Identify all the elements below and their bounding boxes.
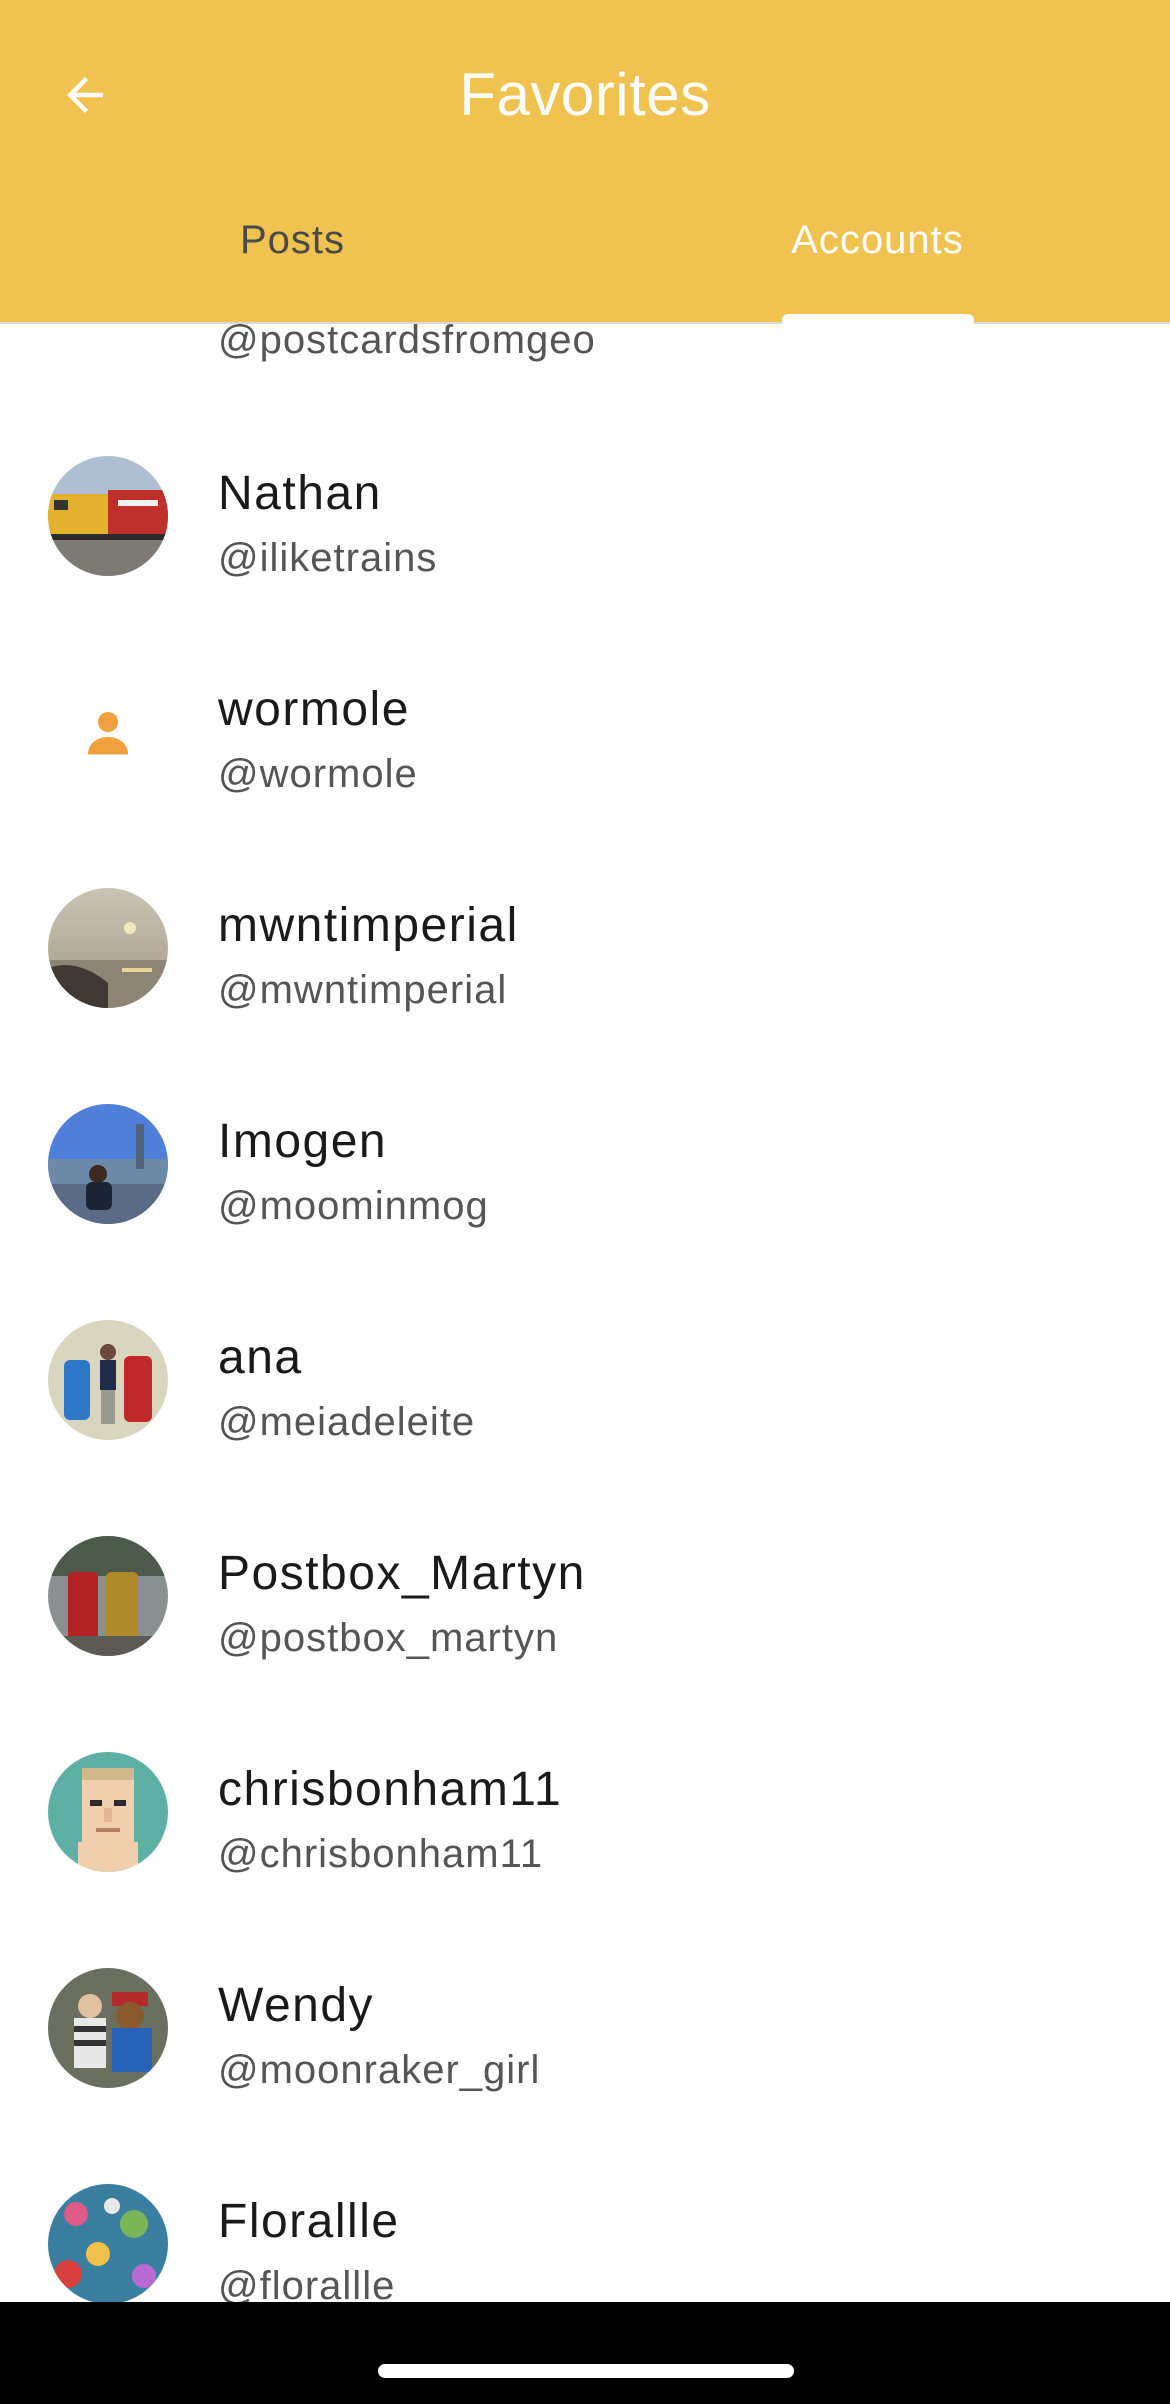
pixel-face-avatar-icon [48, 1752, 168, 1872]
avatar [48, 456, 168, 576]
tab-accounts[interactable]: Accounts [585, 218, 1170, 263]
home-bar-area [0, 2302, 1170, 2404]
favorites-screen: @postcardsfromgeo Nathan @iliketrains wo… [0, 0, 1170, 2404]
list-item[interactable]: mwntimperial @mwntimperial [0, 836, 1170, 1052]
account-name: Wendy [218, 1979, 375, 2032]
account-name: Nathan [218, 467, 382, 520]
account-handle: @meiadeleite [218, 1400, 476, 1444]
account-name: Florallle [218, 2195, 400, 2248]
account-handle: @postbox_martyn [218, 1616, 559, 1660]
account-name: wormole [218, 683, 410, 736]
knitted-flowers-photo-icon [48, 2184, 168, 2302]
list-item[interactable]: chrisbonham11 @chrisbonham11 [0, 1700, 1170, 1916]
person-icon [88, 712, 128, 755]
red-gold-postboxes-photo-icon [48, 1536, 168, 1656]
list-item[interactable]: wormole @wormole [0, 620, 1170, 836]
avatar [48, 1968, 168, 2088]
active-tab-indicator [782, 314, 974, 324]
account-handle: @chrisbonham11 [218, 1832, 544, 1876]
city-bridge-photo-icon [48, 1104, 168, 1224]
avatar [48, 1536, 168, 1656]
train-photo-icon [48, 456, 168, 576]
tab-posts[interactable]: Posts [0, 218, 585, 263]
list-item[interactable]: Nathan @iliketrains [0, 404, 1170, 620]
list-item[interactable]: Postbox_Martyn @postbox_martyn [0, 1484, 1170, 1700]
account-name: Postbox_Martyn [218, 1547, 586, 1600]
avatar [48, 1104, 168, 1224]
account-handle: @mwntimperial [218, 968, 508, 1012]
accounts-list[interactable]: @postcardsfromgeo Nathan @iliketrains wo… [0, 0, 1170, 2302]
list-item[interactable]: Wendy @moonraker_girl [0, 1916, 1170, 2132]
account-handle: @postcardsfromgeo [218, 318, 596, 362]
account-name: chrisbonham11 [218, 1763, 563, 1816]
avatar [48, 1320, 168, 1440]
avatar [48, 888, 168, 1008]
list-item[interactable]: Imogen @moominmog [0, 1052, 1170, 1268]
page-title: Favorites [459, 61, 711, 128]
postboxes-photo-icon [48, 1320, 168, 1440]
account-handle: @wormole [218, 752, 418, 796]
home-indicator[interactable] [378, 2364, 794, 2378]
app-header: Favorites Posts Accounts [0, 0, 1170, 324]
account-name: Imogen [218, 1115, 388, 1168]
avatar [48, 1752, 168, 1872]
paddington-photo-icon [48, 1968, 168, 2088]
list-item[interactable]: Florallle @florallle [0, 2132, 1170, 2302]
account-handle: @florallle [218, 2264, 396, 2302]
account-handle: @moonraker_girl [218, 2048, 541, 2092]
avatar [48, 2184, 168, 2302]
list-item[interactable]: ana @meiadeleite [0, 1268, 1170, 1484]
account-name: mwntimperial [218, 899, 519, 952]
sunset-coast-photo-icon [48, 888, 168, 1008]
account-handle: @iliketrains [218, 536, 438, 580]
account-handle: @moominmog [218, 1184, 489, 1228]
account-name: ana [218, 1331, 303, 1384]
avatar [48, 672, 168, 792]
